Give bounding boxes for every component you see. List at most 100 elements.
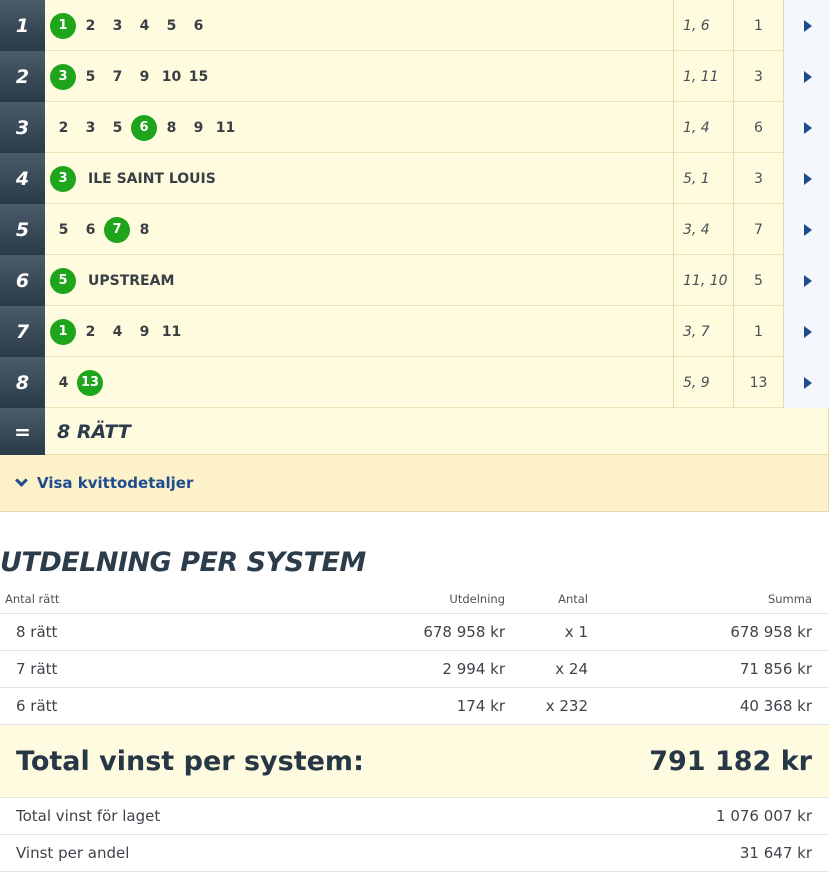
winning-horse-badge: 6	[131, 114, 157, 141]
section-title: UTDELNING PER SYSTEM	[0, 547, 366, 578]
leg-number: 5	[0, 204, 45, 255]
leg-number: 3	[0, 102, 45, 153]
horse-number: 9	[193, 119, 204, 136]
race-row: 6 5 UPSTREAM 11, 10 5	[0, 255, 829, 306]
payout-header-row: Antal rätt Utdelning Antal Summa	[0, 584, 829, 614]
finish-order: 1, 4	[673, 102, 733, 153]
race-details-button[interactable]	[783, 255, 829, 306]
rights-cell: 7 rätt	[16, 660, 58, 678]
horse-number: 7	[112, 68, 123, 85]
horse-number: 4	[58, 374, 69, 391]
leg-number: 6	[0, 255, 45, 306]
horse-number: 2	[85, 323, 96, 340]
selected-horses: 3 ILE SAINT LOUIS	[50, 153, 216, 204]
selected-horses: 3 5 7 9 10 15	[50, 51, 212, 102]
payout-cell: 174 kr	[456, 697, 505, 715]
horse-number: 15	[188, 68, 209, 85]
play-arrow-icon	[803, 121, 812, 134]
winner-number: 1	[733, 306, 783, 357]
selected-horses: 123456	[50, 0, 212, 51]
horse-number: 3	[112, 17, 123, 34]
winner-number: 5	[733, 255, 783, 306]
winning-horse-badge: 13	[77, 369, 103, 396]
leg-number: 1	[0, 0, 45, 51]
winner-number: 13	[733, 357, 783, 408]
grand-total-value: 791 182 kr	[649, 745, 812, 777]
table-row: 7 rätt 2 994 kr x 24 71 856 kr	[0, 651, 829, 688]
horse-number: 5	[85, 68, 96, 85]
horse-number: 5	[58, 221, 69, 238]
payout-cell: 2 994 kr	[442, 660, 505, 678]
selected-horses: 2 3 5 6 8 9 11	[50, 102, 239, 153]
horse-number: 3	[85, 119, 96, 136]
winning-horse-badge: 7	[104, 216, 130, 243]
race-details-button[interactable]	[783, 204, 829, 255]
selected-horses: 4 13	[50, 357, 104, 408]
race-details-button[interactable]	[783, 306, 829, 357]
horse-number: 2	[58, 119, 69, 136]
race-details-button[interactable]	[783, 51, 829, 102]
table-row: 6 rätt 174 kr x 232 40 368 kr	[0, 688, 829, 725]
winner-number: 3	[733, 51, 783, 102]
horse-number: 4	[112, 323, 123, 340]
race-row: 2 3 5 7 9 10 15 1, 11 3	[0, 51, 829, 102]
rights-cell: 8 rätt	[16, 623, 58, 641]
receipt-details-toggle[interactable]: Visa kvittodetaljer	[0, 455, 828, 512]
chevron-down-icon	[15, 474, 28, 487]
per-share-row: Vinst per andel 31 647 kr	[0, 835, 829, 872]
play-arrow-icon	[803, 376, 812, 389]
finish-order: 1, 6	[673, 0, 733, 51]
race-row: 5 5 6 7 8 3, 47	[0, 204, 829, 255]
sum-cell: 40 368 kr	[739, 697, 812, 715]
horse-number: 6	[85, 221, 96, 238]
horse-number: 6	[193, 17, 204, 34]
race-row: 4 3 ILE SAINT LOUIS 5, 13	[0, 153, 829, 204]
horse-name: ILE SAINT LOUIS	[88, 170, 216, 187]
horse-number: 2	[85, 17, 96, 34]
finish-order: 3, 7	[673, 306, 733, 357]
total-correct-label: 8 RÄTT	[57, 420, 131, 443]
play-arrow-icon	[803, 325, 812, 338]
horse-number: 5	[112, 119, 123, 136]
winner-number: 1	[733, 0, 783, 51]
play-arrow-icon	[803, 70, 812, 83]
race-details-button[interactable]	[783, 102, 829, 153]
race-row: 7 1 2 4 9 11 3, 71	[0, 306, 829, 357]
count-cell: x 24	[555, 660, 588, 678]
play-arrow-icon	[803, 223, 812, 236]
header-sum: Summa	[767, 591, 812, 606]
finish-order: 3, 4	[673, 204, 733, 255]
receipt-details-label: Visa kvittodetaljer	[37, 474, 194, 492]
race-details-button[interactable]	[783, 153, 829, 204]
selected-horses: 1 2 4 9 11	[50, 306, 185, 357]
winning-horse-badge: 1	[50, 318, 76, 345]
selected-horses: 5678	[50, 204, 158, 255]
total-symbol: =	[0, 408, 45, 455]
race-details-button[interactable]	[783, 0, 829, 51]
grand-total-row: Total vinst per system: 791 182 kr	[0, 725, 829, 798]
leg-number: 4	[0, 153, 45, 204]
race-details-button[interactable]	[783, 357, 829, 408]
winning-horse-badge: 5	[50, 267, 76, 294]
payout-cell: 678 958 kr	[423, 623, 505, 641]
leg-number: 8	[0, 357, 45, 408]
team-total-value: 1 076 007 kr	[716, 807, 812, 825]
per-share-label: Vinst per andel	[16, 844, 130, 862]
count-cell: x 1	[564, 623, 588, 641]
horse-number: 11	[215, 119, 236, 136]
winner-number: 7	[733, 204, 783, 255]
payout-table: Antal rätt Utdelning Antal Summa 8 rätt …	[0, 584, 829, 872]
race-row: 3 2 3 5 6 8 9 11 1, 46	[0, 102, 829, 153]
finish-order: 5, 1	[673, 153, 733, 204]
horse-number: 4	[139, 17, 150, 34]
winner-number: 3	[733, 153, 783, 204]
sum-cell: 71 856 kr	[739, 660, 812, 678]
per-share-value: 31 647 kr	[739, 844, 812, 862]
horse-name: UPSTREAM	[88, 272, 175, 289]
horse-number: 5	[166, 17, 177, 34]
horse-number: 11	[161, 323, 182, 340]
header-count: Antal	[558, 591, 588, 606]
header-rights: Antal rätt	[5, 591, 60, 606]
selected-horses: 5 UPSTREAM	[50, 255, 174, 306]
table-row: 8 rätt 678 958 kr x 1 678 958 kr	[0, 614, 829, 651]
